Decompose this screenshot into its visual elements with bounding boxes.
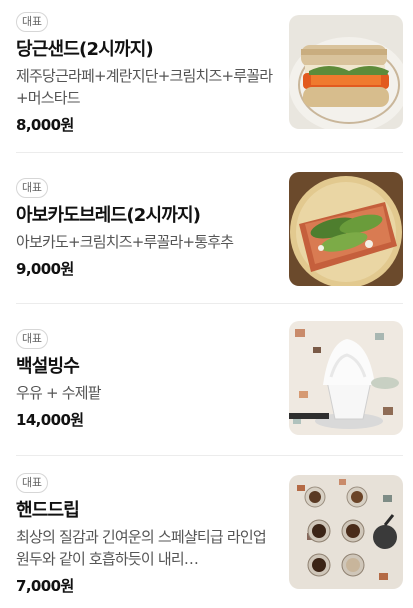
menu-item-price: 7,000원 [16,577,74,595]
menu-item[interactable]: 대표 핸드드립 최상의 질감과 긴여운의 스페샬티급 라인업 원두와 같이 호흡… [0,455,413,605]
menu-item-description: 제주당근라페+계란지단+크림치즈+루꼴라+머스타드 [16,67,273,107]
menu-item-name: 백설빙수 [16,356,80,377]
menu-item-image[interactable] [289,172,403,286]
menu-item[interactable]: 대표 백설빙수 우유 + 수제팥 14,000원 [0,303,413,453]
representative-badge: 대표 [16,12,48,32]
menu-item[interactable]: 대표 아보카도브레드(2시까지) 아보카도+크림치즈+루꼴라+통후추 9,000… [0,152,413,302]
menu-item-description: 우유 + 수제팥 [16,384,102,402]
menu-item-name: 아보카도브레드(2시까지) [16,205,201,226]
menu-item-info: 대표 백설빙수 우유 + 수제팥 14,000원 [16,327,276,430]
menu-item-image[interactable] [289,321,403,435]
menu-item-image[interactable] [289,475,403,589]
shaved-ice-image [289,321,403,435]
menu-item-info: 대표 아보카도브레드(2시까지) 아보카도+크림치즈+루꼴라+통후추 9,000… [16,176,276,279]
menu-item-description: 최상의 질감과 긴여운의 스페샬티급 라인업 원두와 같이 호흡하듯이 내리… [16,528,267,568]
menu-list: 대표 당근샌드(2시까지) 제주당근라페+계란지단+크림치즈+루꼴라+머스타드 … [0,0,413,608]
menu-item-info: 대표 핸드드립 최상의 질감과 긴여운의 스페샬티급 라인업 원두와 같이 호흡… [16,471,276,596]
menu-item-image[interactable] [289,15,403,129]
carrot-sandwich-image [289,15,403,129]
representative-badge: 대표 [16,178,48,198]
menu-item-description: 아보카도+크림치즈+루꼴라+통후추 [16,233,234,251]
menu-item-name: 당근샌드(2시까지) [16,39,154,60]
menu-item-price: 14,000원 [16,411,84,429]
menu-item-info: 대표 당근샌드(2시까지) 제주당근라페+계란지단+크림치즈+루꼴라+머스타드 … [16,10,276,135]
representative-badge: 대표 [16,329,48,349]
menu-item-price: 8,000원 [16,116,74,134]
representative-badge: 대표 [16,473,48,493]
hand-drip-coffee-image [289,475,403,589]
menu-item[interactable]: 대표 당근샌드(2시까지) 제주당근라페+계란지단+크림치즈+루꼴라+머스타드 … [0,0,413,150]
avocado-toast-image [289,172,403,286]
menu-item-name: 핸드드립 [16,500,80,521]
menu-item-price: 9,000원 [16,260,74,278]
